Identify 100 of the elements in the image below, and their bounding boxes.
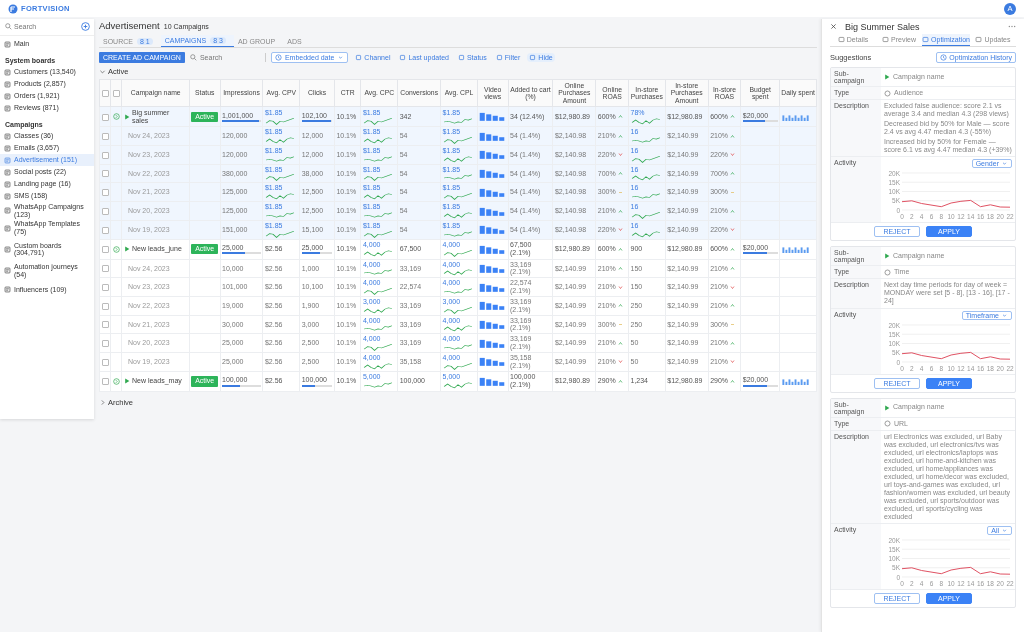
dash-icon	[617, 189, 623, 195]
list-icon	[4, 245, 11, 253]
sparkline	[264, 210, 295, 219]
expand-icon[interactable]	[112, 113, 120, 121]
list-icon	[4, 132, 11, 140]
checkbox[interactable]	[101, 358, 109, 366]
circle-icon	[884, 420, 891, 428]
list-icon	[4, 192, 11, 200]
checkbox[interactable]	[112, 90, 120, 98]
close-icon[interactable]	[830, 23, 837, 30]
sparkline	[442, 324, 473, 333]
search-icon	[189, 54, 197, 61]
add-icon[interactable]	[81, 22, 90, 31]
checkbox[interactable]	[101, 133, 109, 141]
checkbox[interactable]	[101, 151, 109, 159]
list-icon	[4, 92, 11, 100]
clock-icon	[940, 54, 948, 61]
clock-icon	[274, 54, 282, 61]
dash-icon	[730, 189, 736, 195]
caret-icon	[1001, 311, 1008, 319]
play-icon	[884, 253, 890, 260]
sparkline	[362, 229, 393, 238]
checkbox[interactable]	[101, 321, 109, 329]
circle-icon	[884, 89, 891, 97]
bar-drawing	[479, 150, 506, 160]
bar-drawing	[479, 282, 506, 292]
dash-icon	[730, 321, 736, 327]
list-icon	[4, 224, 11, 232]
caret-icon	[1001, 527, 1008, 535]
bar-drawing	[479, 319, 506, 329]
list-icon	[4, 68, 11, 76]
sparkline	[630, 229, 661, 238]
sparkline	[264, 173, 295, 182]
bar-drawing	[479, 244, 506, 254]
bar-drawing	[479, 225, 506, 235]
sparkline	[630, 116, 661, 125]
play-icon	[123, 378, 130, 385]
sparkline	[442, 116, 473, 125]
sparkline	[264, 116, 295, 125]
bar-drawing	[781, 112, 810, 121]
sparkline	[362, 342, 393, 351]
logo-icon	[8, 3, 18, 14]
more-icon[interactable]	[1008, 25, 1016, 28]
checkbox[interactable]	[101, 245, 109, 253]
sparkline	[442, 154, 473, 163]
bar-drawing	[479, 338, 506, 348]
checkbox[interactable]	[101, 90, 109, 98]
list-icon	[4, 286, 11, 293]
sparkline	[264, 136, 295, 145]
checkbox[interactable]	[101, 377, 109, 385]
sparkline	[442, 136, 473, 145]
panel-title: Big Summer Sales	[845, 21, 921, 32]
checkbox[interactable]	[101, 265, 109, 273]
sparkline	[362, 192, 393, 201]
list-icon	[4, 156, 11, 164]
checkbox[interactable]	[101, 170, 109, 178]
expand-icon[interactable]	[112, 377, 120, 385]
sparkline	[362, 361, 393, 370]
sparkline	[442, 210, 473, 219]
sparkline	[442, 381, 473, 389]
search-icon	[5, 23, 12, 30]
sparkline	[442, 305, 473, 314]
bar-drawing	[781, 245, 810, 254]
sparkline	[442, 192, 473, 201]
sparkline	[362, 210, 393, 219]
bar-drawing	[479, 357, 506, 367]
expand-icon[interactable]	[112, 245, 120, 253]
sparkline	[630, 136, 661, 145]
list-icon	[4, 104, 11, 112]
sparkline	[442, 286, 473, 295]
sparkline	[362, 173, 393, 182]
bar-drawing	[479, 301, 506, 311]
play-icon	[884, 404, 890, 411]
checkbox[interactable]	[101, 189, 109, 197]
list-icon	[4, 168, 11, 176]
checkbox[interactable]	[101, 339, 109, 347]
sparkline	[362, 305, 393, 314]
checkbox[interactable]	[101, 113, 109, 121]
bar-drawing	[479, 112, 506, 122]
list-icon	[4, 207, 11, 215]
bar-drawing	[479, 169, 506, 179]
sparkline	[362, 324, 393, 333]
list-icon	[4, 267, 11, 275]
checkbox[interactable]	[101, 226, 109, 234]
sparkline	[362, 381, 393, 389]
sparkline	[362, 248, 393, 257]
sparkline	[630, 192, 661, 201]
bar-drawing	[479, 263, 506, 273]
list-icon	[4, 80, 11, 88]
dash-icon	[617, 321, 623, 327]
sparkline	[362, 116, 393, 125]
checkbox[interactable]	[101, 302, 109, 310]
sparkline	[264, 229, 295, 238]
checkbox[interactable]	[101, 207, 109, 215]
play-icon	[884, 74, 890, 80]
caret-icon	[337, 54, 345, 61]
caret-icon	[99, 398, 106, 406]
checkbox[interactable]	[101, 283, 109, 291]
sparkline	[630, 173, 661, 182]
sparkline	[362, 286, 393, 295]
